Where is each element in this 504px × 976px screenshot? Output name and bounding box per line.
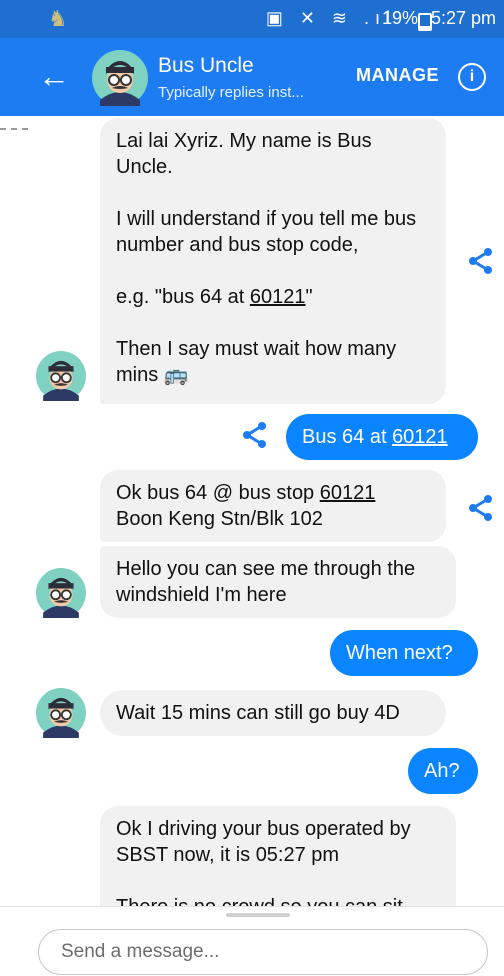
bus-stop-code-link[interactable]: 60121: [320, 482, 376, 504]
bot-avatar[interactable]: [36, 351, 86, 401]
message-text: Hello you can see me through the windshi…: [116, 558, 416, 606]
incoming-message: Lai lai Xyriz. My name is Bus Uncle. I w…: [100, 118, 446, 404]
incoming-message: Ok I driving your bus operated by SBST n…: [100, 806, 456, 906]
bot-avatar[interactable]: [36, 568, 86, 618]
clock: 5:27 pm: [430, 8, 496, 28]
info-icon[interactable]: i: [458, 63, 486, 91]
message-text: Wait 15 mins can still go buy 4D: [116, 702, 400, 724]
message-text: Then I say must wait how many mins 🚌: [116, 338, 397, 386]
app-notification-icon: ♞: [48, 6, 68, 31]
outgoing-message: When next?: [330, 630, 478, 676]
message-text: I will understand if you tell me bus num…: [116, 208, 417, 256]
status-bar: ♞ ▣ ✕ ≋ .ıl 19% 5:27 pm: [0, 0, 504, 38]
message-text: Ok bus 64 @ bus stop 60121: [116, 482, 376, 504]
back-arrow-icon[interactable]: ←: [38, 60, 70, 92]
message-list[interactable]: Lai lai Xyriz. My name is Bus Uncle. I w…: [0, 116, 504, 906]
message-text: Ok I driving your bus operated by SBST n…: [116, 818, 411, 866]
share-icon[interactable]: [466, 246, 496, 276]
drag-handle[interactable]: [226, 913, 290, 917]
incoming-message: Ok bus 64 @ bus stop 60121 Boon Keng Stn…: [100, 470, 446, 542]
incoming-message: Hello you can see me through the windshi…: [100, 546, 456, 618]
outgoing-message: Ah?: [408, 748, 478, 794]
message-text: Boon Keng Stn/Blk 102: [116, 508, 323, 530]
share-icon[interactable]: [466, 493, 496, 523]
share-icon[interactable]: [240, 420, 270, 450]
battery-icon: [418, 13, 432, 31]
bot-avatar[interactable]: [36, 688, 86, 738]
incoming-message: Wait 15 mins can still go buy 4D: [100, 690, 446, 736]
outgoing-message: Bus 64 at 60121: [286, 414, 478, 460]
reply-status: Typically replies inst...: [158, 84, 304, 101]
contact-name: Bus Uncle: [158, 54, 254, 77]
bus-stop-code-link[interactable]: 60121: [392, 426, 448, 448]
message-text: Lai lai Xyriz. My name is Bus Uncle.: [116, 130, 372, 178]
message-text: e.g. "bus 64 at 60121": [116, 286, 313, 308]
message-input[interactable]: Send a message...: [38, 929, 488, 975]
manage-button[interactable]: MANAGE: [356, 65, 439, 86]
status-icons: ▣ ✕ ≋ .ıl: [265, 8, 396, 28]
bus-stop-code-link[interactable]: 60121: [250, 286, 306, 308]
chat-header: ← Bus Uncle Typically replies inst... MA…: [0, 38, 504, 116]
header-avatar[interactable]: [92, 50, 148, 106]
composer-bar: Send a message...: [0, 906, 504, 976]
message-text: There is no crowd so you can sit: [116, 894, 440, 906]
battery-percent: 19%: [381, 8, 418, 28]
